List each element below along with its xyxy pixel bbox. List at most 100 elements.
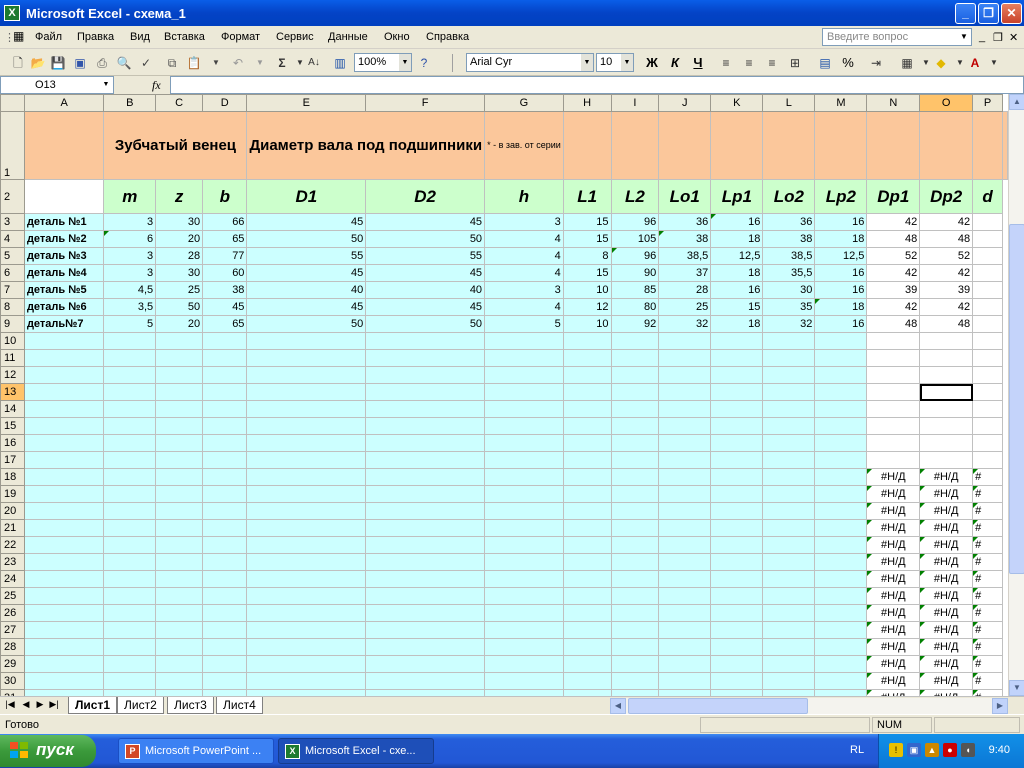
error-cell[interactable]: #Н/Д <box>919 553 974 571</box>
row-header[interactable]: 9 <box>0 315 25 333</box>
empty-cell[interactable] <box>484 502 564 520</box>
error-cell[interactable]: # <box>972 468 1003 486</box>
error-cell[interactable]: #Н/Д <box>866 638 921 656</box>
row-header[interactable]: 3 <box>0 213 25 231</box>
data-cell[interactable]: 45 <box>246 264 367 282</box>
error-cell[interactable]: #Н/Д <box>919 536 974 554</box>
error-cell[interactable]: #Н/Д <box>919 519 974 537</box>
empty-cell[interactable] <box>710 383 764 401</box>
empty-cell[interactable] <box>762 536 816 554</box>
data-cell[interactable]: 48 <box>919 315 974 333</box>
param-symbol-d[interactable]: d <box>972 179 1003 214</box>
part-name[interactable]: деталь №4 <box>23 264 105 282</box>
empty-cell[interactable] <box>155 638 204 656</box>
empty-cell[interactable] <box>814 434 868 452</box>
empty-cell[interactable] <box>710 434 764 452</box>
data-cell[interactable]: 48 <box>866 230 921 248</box>
network-icon[interactable]: ▣ <box>907 743 921 757</box>
scroll-down-icon[interactable]: ▼ <box>1009 680 1024 696</box>
data-cell[interactable]: 92 <box>610 315 660 333</box>
data-cell[interactable]: 16 <box>814 213 868 231</box>
empty-cell[interactable] <box>610 417 660 435</box>
zoom-select[interactable]: 100% ▼ <box>354 53 412 72</box>
empty-cell[interactable] <box>972 417 1003 435</box>
empty-cell[interactable] <box>919 417 974 435</box>
row-header[interactable]: 7 <box>0 281 25 299</box>
row-header[interactable]: 21 <box>0 519 25 537</box>
empty-cell[interactable] <box>155 553 204 571</box>
empty-cell[interactable] <box>814 349 868 367</box>
empty-cell[interactable] <box>658 502 712 520</box>
align-center-icon[interactable]: ≡ <box>739 53 759 73</box>
data-cell[interactable]: 30 <box>155 213 204 231</box>
empty-cell[interactable] <box>246 417 367 435</box>
data-cell[interactable]: 28 <box>155 247 204 265</box>
empty-cell[interactable] <box>814 570 868 588</box>
error-cell[interactable]: # <box>972 536 1003 554</box>
empty-cell[interactable] <box>202 332 248 350</box>
empty-cell[interactable] <box>23 672 105 690</box>
empty-cell[interactable] <box>365 383 486 401</box>
empty-cell[interactable] <box>23 621 105 639</box>
empty-cell[interactable] <box>155 604 204 622</box>
data-cell[interactable]: 15 <box>710 298 764 316</box>
borders-icon[interactable]: ▦ <box>897 53 917 73</box>
empty-cell[interactable] <box>658 485 712 503</box>
empty-cell[interactable] <box>562 570 612 588</box>
empty-cell[interactable] <box>202 655 248 673</box>
empty-cell[interactable] <box>710 366 764 384</box>
workbook-icon[interactable]: ▦ <box>13 29 24 43</box>
data-cell[interactable]: 66 <box>202 213 248 231</box>
empty-cell[interactable] <box>23 570 105 588</box>
shield-icon[interactable]: ! <box>889 743 903 757</box>
empty-cell[interactable] <box>610 502 660 520</box>
data-cell[interactable]: 45 <box>246 213 367 231</box>
data-cell[interactable]: 65 <box>202 315 248 333</box>
empty-cell[interactable] <box>365 553 486 571</box>
data-cell[interactable]: 38 <box>658 230 712 248</box>
data-cell[interactable]: 3 <box>484 281 564 299</box>
data-cell[interactable]: 50 <box>365 315 486 333</box>
row-header[interactable]: 23 <box>0 553 25 571</box>
empty-cell[interactable] <box>365 672 486 690</box>
bold-button[interactable]: Ж <box>642 54 662 72</box>
empty-cell[interactable] <box>972 383 1003 401</box>
empty-cell[interactable] <box>202 553 248 571</box>
empty-cell[interactable] <box>155 366 204 384</box>
undo-dropdown-icon[interactable]: ▼ <box>250 53 270 73</box>
data-cell[interactable]: 8 <box>562 247 612 265</box>
data-cell[interactable]: 3 <box>103 247 157 265</box>
row-header[interactable]: 5 <box>0 247 25 265</box>
data-cell[interactable]: 45 <box>365 213 486 231</box>
empty-cell[interactable] <box>246 519 367 537</box>
empty-cell[interactable] <box>103 519 157 537</box>
menu-help[interactable]: Справка <box>426 31 469 43</box>
task-powerpoint[interactable]: P Microsoft PowerPoint ... <box>118 738 274 764</box>
empty-cell[interactable] <box>246 451 367 469</box>
empty-cell[interactable] <box>562 332 612 350</box>
preview-icon[interactable]: 🔍 <box>114 53 134 73</box>
empty-cell[interactable] <box>365 349 486 367</box>
data-cell[interactable]: 55 <box>246 247 367 265</box>
empty-cell[interactable] <box>866 434 921 452</box>
empty-cell[interactable] <box>814 553 868 571</box>
column-header-h[interactable]: H <box>562 94 612 112</box>
error-cell[interactable]: #Н/Д <box>919 468 974 486</box>
data-cell[interactable]: 42 <box>866 298 921 316</box>
empty-cell[interactable] <box>103 655 157 673</box>
chevron-down-icon[interactable]: ▼ <box>99 77 113 93</box>
empty-cell[interactable] <box>202 451 248 469</box>
row-header[interactable]: 24 <box>0 570 25 588</box>
row-header[interactable]: 15 <box>0 417 25 435</box>
empty-cell[interactable] <box>814 366 868 384</box>
empty-cell[interactable] <box>610 519 660 537</box>
error-cell[interactable]: #Н/Д <box>866 672 921 690</box>
data-cell[interactable]: 12,5 <box>814 247 868 265</box>
empty-cell[interactable] <box>484 655 564 673</box>
empty-cell[interactable] <box>103 638 157 656</box>
merge-center-icon[interactable]: ⊞ <box>785 53 805 73</box>
data-cell[interactable]: 38 <box>202 281 248 299</box>
empty-cell[interactable] <box>365 587 486 605</box>
data-cell[interactable]: 4,5 <box>103 281 157 299</box>
empty-cell[interactable] <box>365 417 486 435</box>
